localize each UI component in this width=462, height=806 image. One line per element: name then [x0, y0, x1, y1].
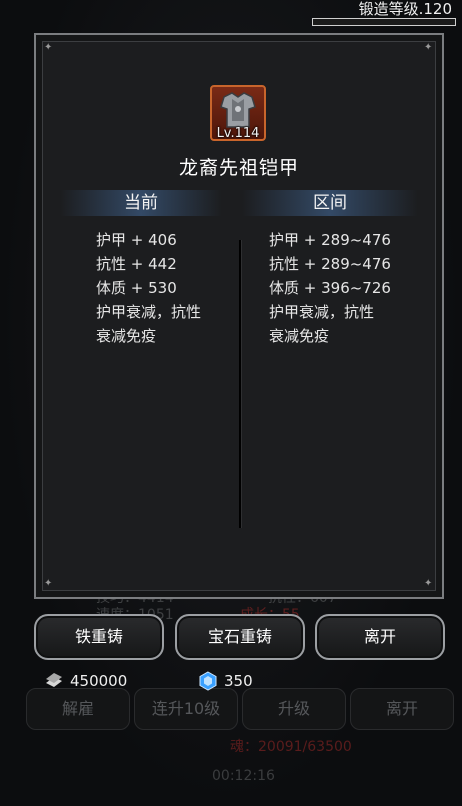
level-up-10-button: 连升10级	[134, 688, 238, 730]
gem-icon	[199, 671, 217, 691]
forge-level-label: 锻造等级.120	[358, 0, 452, 18]
item-name: 龙裔先祖铠甲	[178, 157, 299, 179]
corner-ornament-icon: ✦	[44, 578, 53, 589]
armor-icon	[220, 92, 256, 128]
dismiss-button: 解雇	[26, 688, 130, 730]
current-stat: 体质 + 530	[96, 279, 177, 297]
item-level: Lv.114	[216, 126, 260, 141]
range-stat: 护甲 + 289~476	[269, 231, 391, 249]
forge-level-panel: 锻造等级.120	[288, 0, 456, 26]
corner-ornament-icon: ✦	[424, 578, 433, 589]
corner-ornament-icon: ✦	[44, 42, 53, 53]
leave-button[interactable]: 离开	[315, 614, 445, 660]
forge-level-bar	[312, 18, 456, 26]
range-column-header: 区间	[242, 190, 418, 216]
gem-currency: 350	[198, 668, 253, 694]
current-stats-list: 护甲 + 406 抗性 + 442 体质 + 530 护甲衰减，抗性 衰减免疫	[96, 228, 236, 348]
level-up-button: 升级	[242, 688, 346, 730]
silver-currency: 450000	[44, 668, 127, 694]
soul-counter: 魂：20091/63500	[230, 739, 352, 755]
silver-amount: 450000	[70, 672, 128, 690]
current-stat: 衰减免疫	[96, 327, 157, 345]
range-stat: 体质 + 396~726	[269, 279, 391, 297]
item-slot[interactable]: Lv.114	[210, 85, 266, 141]
timer-text: 00:12:16	[212, 768, 275, 784]
current-stat: 抗性 + 442	[96, 255, 177, 273]
column-divider	[239, 240, 241, 528]
range-stat: 护甲衰减，抗性	[269, 303, 375, 321]
corner-ornament-icon: ✦	[424, 42, 433, 53]
current-stat: 护甲 + 406	[96, 231, 177, 249]
range-stat: 衰减免疫	[269, 327, 330, 345]
current-column-header: 当前	[60, 190, 222, 216]
recast-dialog: ✦ ✦ ✦ ✦ Lv.114 龙裔先祖铠甲 当前 区间 护甲 + 406 抗性 …	[34, 33, 444, 599]
bg-leave-button: 离开	[350, 688, 454, 730]
silver-coin-icon	[46, 673, 62, 687]
current-stat: 护甲衰减，抗性	[96, 303, 202, 321]
range-stats-list: 护甲 + 289~476 抗性 + 289~476 体质 + 396~726 护…	[269, 228, 429, 348]
gem-recast-button[interactable]: 宝石重铸	[175, 614, 305, 660]
gem-amount: 350	[224, 672, 253, 690]
iron-recast-button[interactable]: 铁重铸	[34, 614, 164, 660]
range-stat: 抗性 + 289~476	[269, 255, 391, 273]
